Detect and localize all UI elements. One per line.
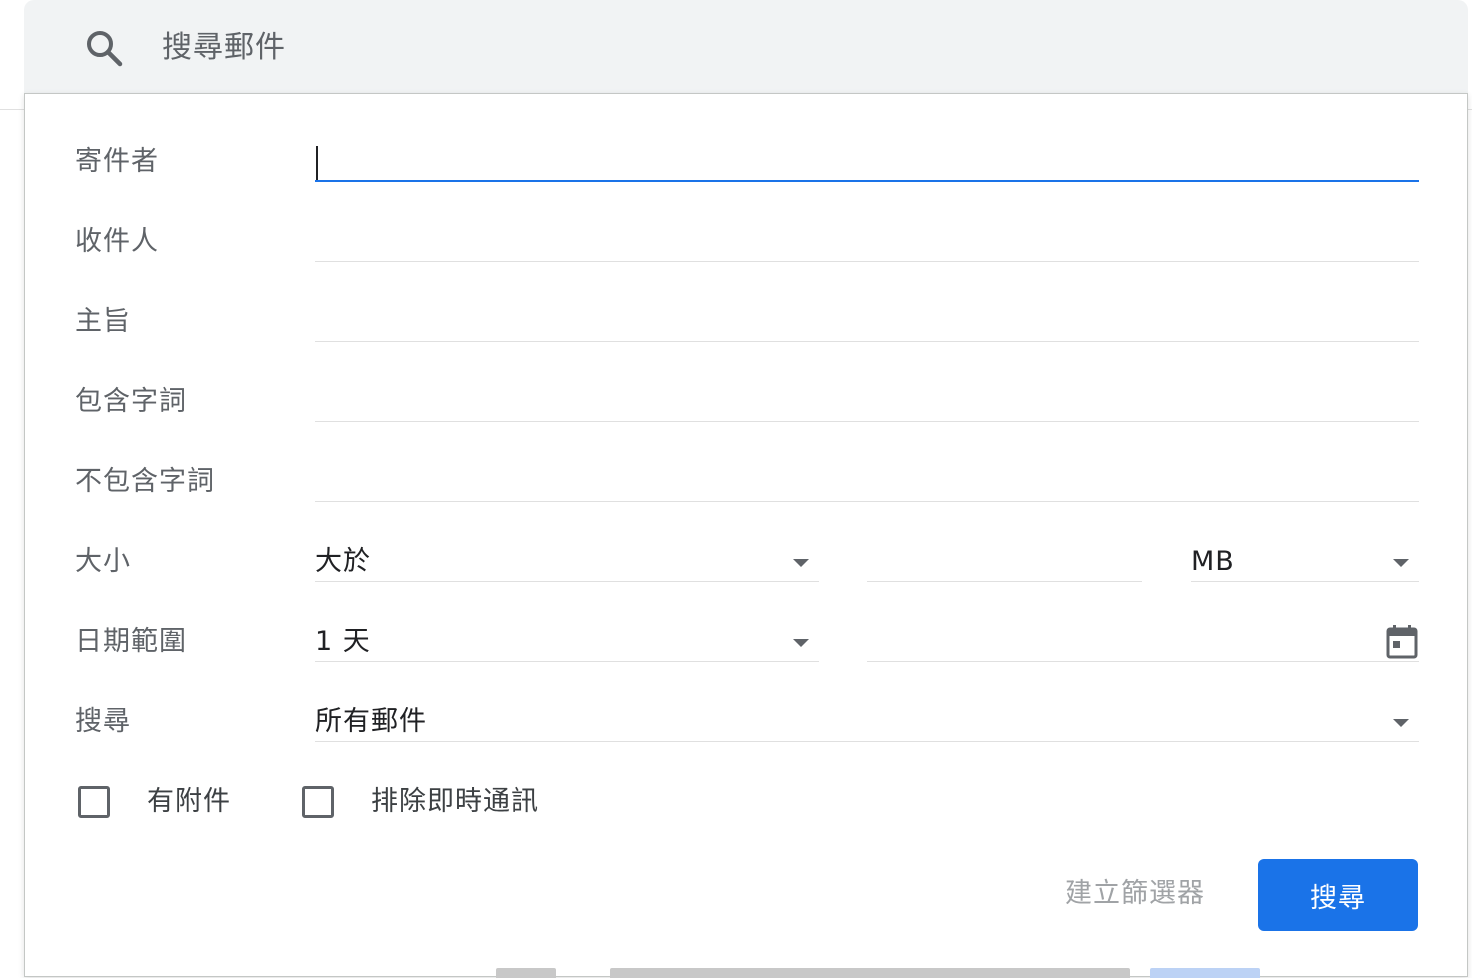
size-unit-value: MB [1191,546,1235,577]
calendar-icon[interactable] [1385,624,1419,660]
advanced-search-panel: 寄件者 收件人 主旨 包含字詞 不包含字詞 大小 大於 MB 日期範圍 1 天 [24,93,1468,977]
no-words-field[interactable] [315,462,1419,502]
has-attachment-checkbox[interactable] [78,786,110,818]
size-unit-select[interactable]: MB [1191,540,1419,582]
search-in-value: 所有郵件 [315,706,427,737]
dropdown-arrow-icon [793,559,809,567]
date-range-label: 日期範圍 [75,626,187,657]
exclude-chats-checkbox[interactable] [302,786,334,818]
from-field[interactable] [315,142,1419,182]
search-in-label: 搜尋 [75,706,131,737]
date-field[interactable] [867,620,1419,662]
date-range-value: 1 天 [315,626,371,657]
search-button[interactable]: 搜尋 [1258,859,1418,931]
to-label: 收件人 [75,226,159,257]
search-bar[interactable]: 搜尋郵件 [24,0,1468,94]
has-attachment-label[interactable]: 有附件 [147,782,231,822]
dropdown-arrow-icon [1393,719,1409,727]
from-label: 寄件者 [75,146,159,177]
search-in-select[interactable]: 所有郵件 [315,700,1419,742]
to-field[interactable] [315,222,1419,262]
search-icon[interactable] [84,28,124,68]
background-divider [0,109,26,110]
subject-field[interactable] [315,302,1419,342]
background-content [490,962,1370,978]
has-words-field[interactable] [315,382,1419,422]
text-caret [316,146,318,180]
dropdown-arrow-icon [1393,559,1409,567]
dropdown-arrow-icon [793,639,809,647]
size-comparator-value: 大於 [315,546,371,577]
subject-label: 主旨 [75,306,131,337]
size-comparator-select[interactable]: 大於 [315,540,819,582]
has-words-label: 包含字詞 [75,386,187,417]
size-value-field[interactable] [867,540,1142,582]
exclude-chats-label[interactable]: 排除即時通訊 [371,782,539,822]
create-filter-button[interactable]: 建立篩選器 [1065,874,1205,914]
search-placeholder[interactable]: 搜尋郵件 [162,26,286,70]
size-label: 大小 [75,546,131,577]
date-range-select[interactable]: 1 天 [315,620,819,662]
no-words-label: 不包含字詞 [75,466,215,497]
